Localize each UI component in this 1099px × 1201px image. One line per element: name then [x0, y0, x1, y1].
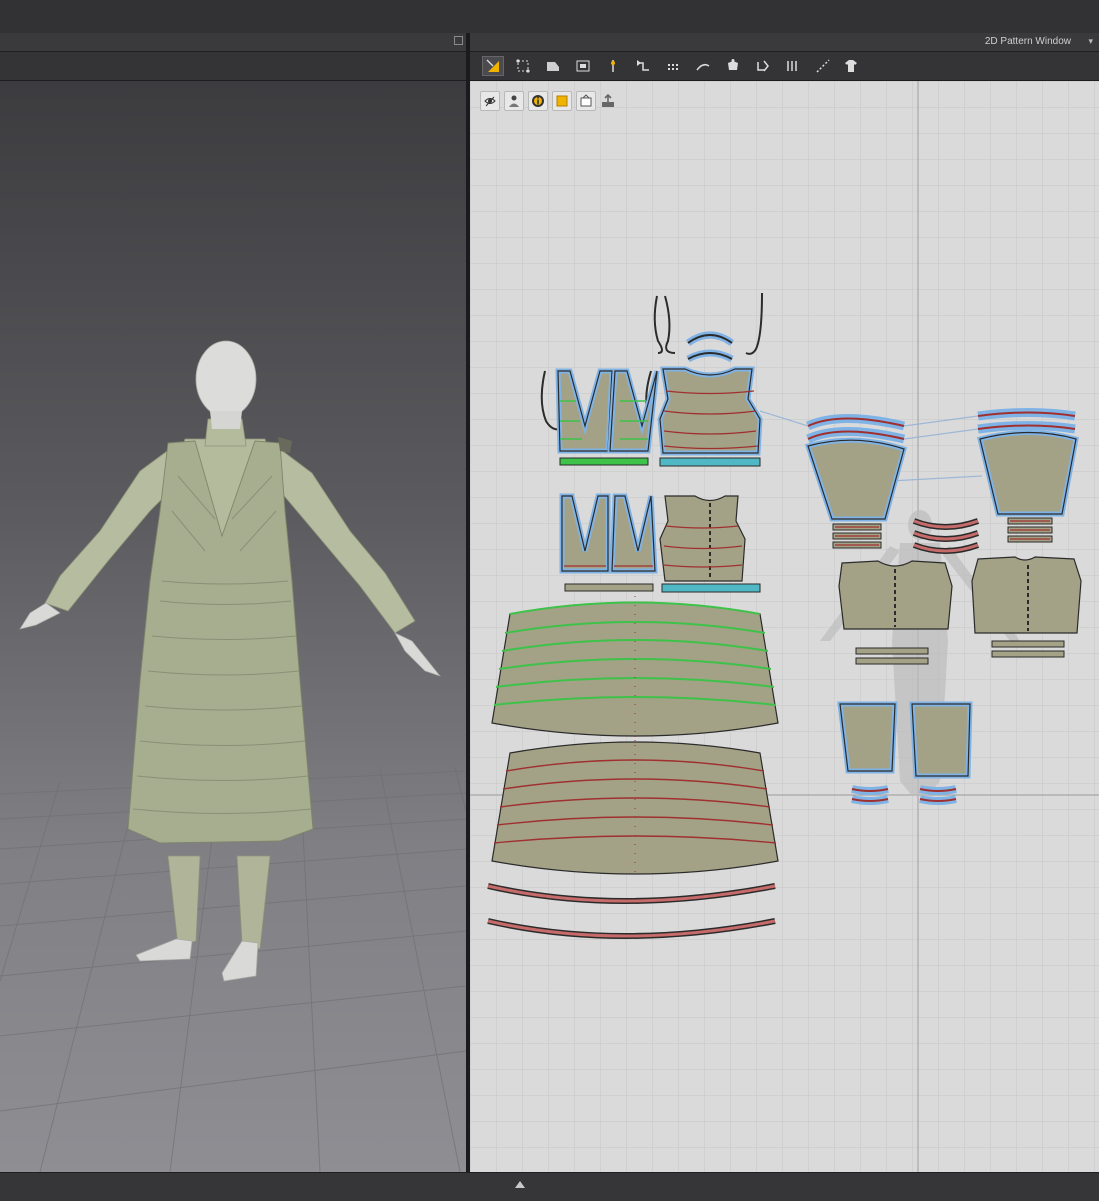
show-pattern-icon[interactable] [480, 91, 500, 111]
pattern-skirt-back[interactable] [491, 736, 779, 879]
transform-pattern-tool-icon[interactable] [482, 56, 504, 76]
app-top-bar [0, 0, 1099, 34]
rectangle-tool-icon[interactable] [542, 56, 564, 76]
pattern-canvas [470, 81, 1099, 1172]
pattern-skirt-front[interactable] [491, 596, 779, 741]
2d-pattern-window-header: 2D Pattern Window ▾ [470, 33, 1099, 52]
2d-toolbar [470, 52, 1099, 81]
3d-toolbar [0, 52, 466, 81]
export-icon[interactable] [598, 91, 618, 111]
pin-tool-icon[interactable] [692, 56, 714, 76]
2d-pattern-viewport[interactable] [470, 81, 1099, 1172]
status-bar [0, 1172, 1099, 1201]
arrangement-tool-icon[interactable] [722, 56, 744, 76]
fold-tool-icon[interactable] [752, 56, 774, 76]
3d-scene [0, 340, 466, 1172]
pattern-back-bodice-upper[interactable] [657, 366, 763, 467]
texture-view-icon[interactable] [552, 91, 572, 111]
internal-rectangle-tool-icon[interactable] [572, 56, 594, 76]
up-arrow-icon[interactable] [515, 1181, 525, 1188]
pleats-tool-icon[interactable] [782, 56, 804, 76]
show-avatar-icon[interactable] [504, 91, 524, 111]
3d-garment-viewport[interactable] [0, 81, 466, 1172]
fabric-view-icon[interactable] [576, 91, 596, 111]
avatar-garment-icon[interactable] [840, 56, 862, 76]
edit-point-tool-icon[interactable] [512, 56, 534, 76]
info-icon[interactable] [528, 91, 548, 111]
topstitch-tool-icon[interactable] [812, 56, 834, 76]
pattern-window-title: 2D Pattern Window [984, 36, 1071, 47]
3d-garment-window-header [0, 33, 466, 52]
grid-tool-icon[interactable] [662, 56, 684, 76]
dock-window-icon[interactable] [454, 36, 463, 45]
edit-sewing-tool-icon[interactable] [602, 56, 624, 76]
window-menu-chevron-icon[interactable]: ▾ [1088, 36, 1093, 47]
segment-sewing-tool-icon[interactable] [632, 56, 654, 76]
